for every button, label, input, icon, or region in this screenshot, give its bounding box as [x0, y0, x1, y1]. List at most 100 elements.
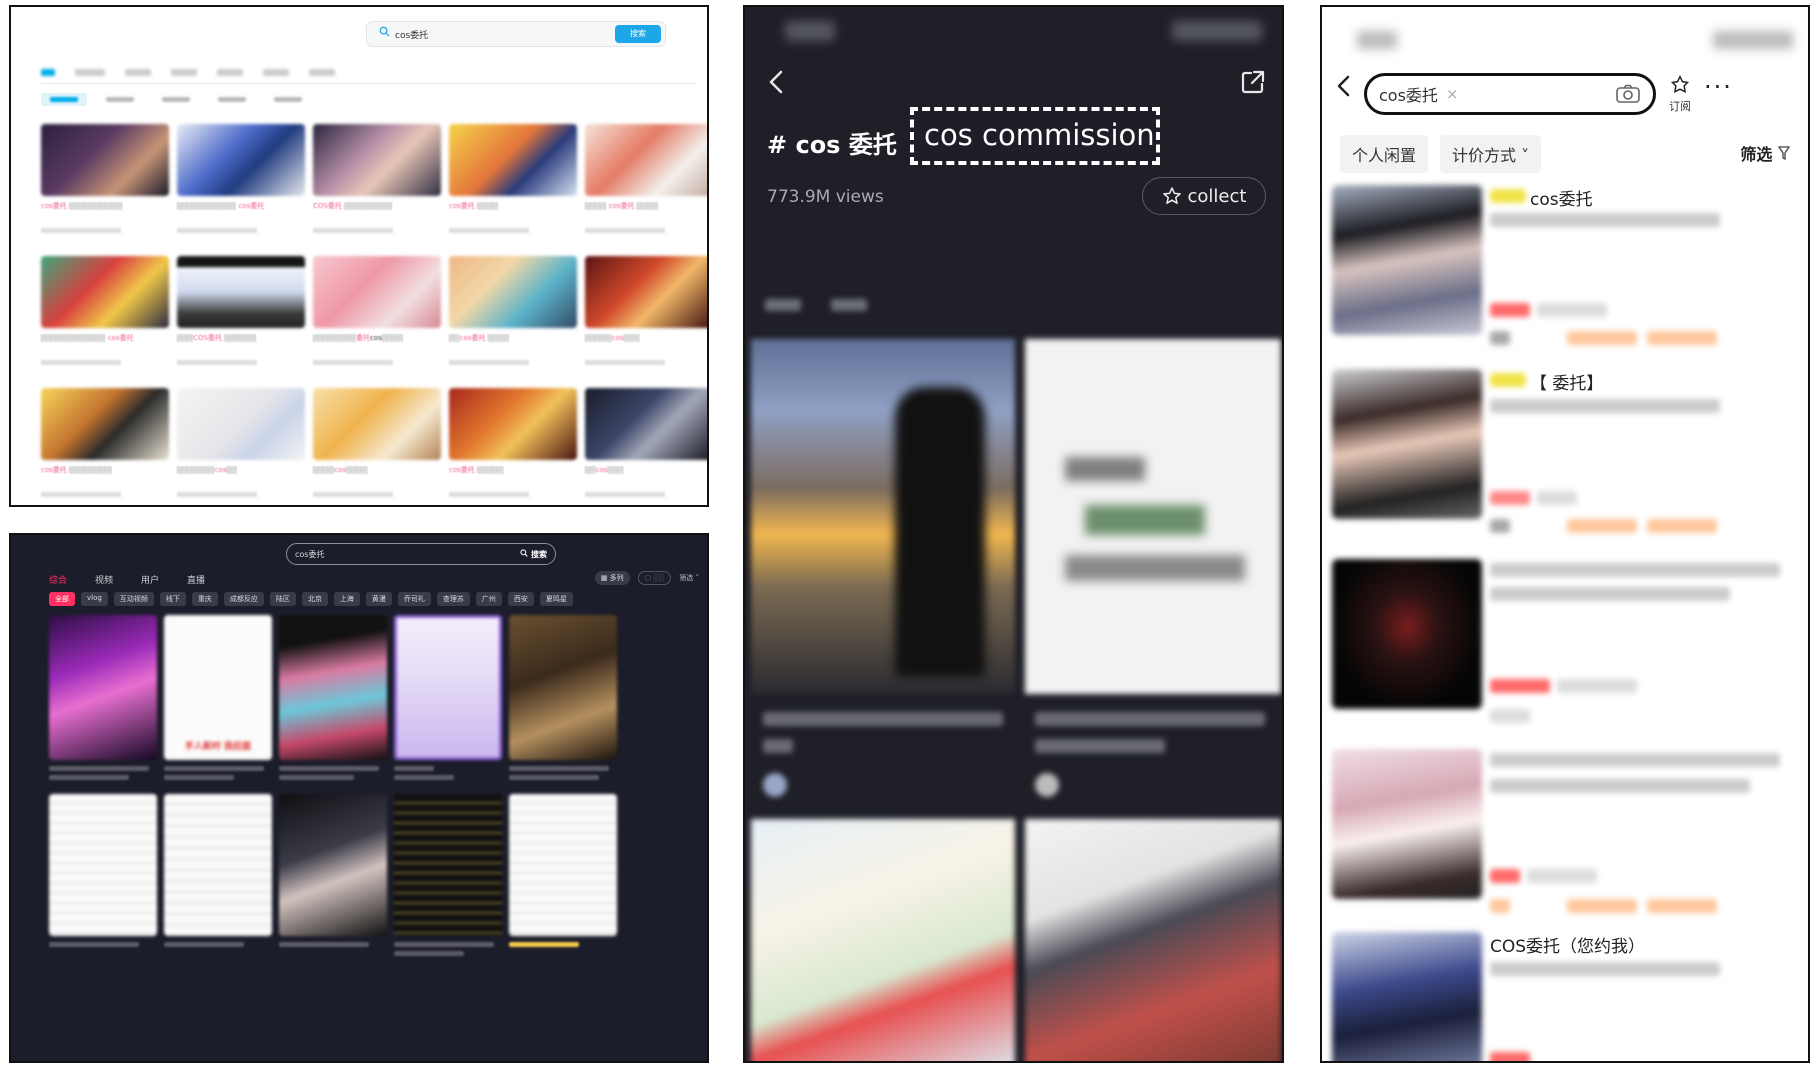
chip[interactable]: 互动视频	[113, 592, 154, 606]
tab-comprehensive[interactable]: 综合	[49, 573, 67, 586]
tab-user[interactable]: 用户	[141, 573, 159, 586]
result-thumbnail[interactable]	[279, 615, 387, 760]
listing-item[interactable]: 【 委托】	[1332, 369, 1802, 544]
video-thumbnail[interactable]	[449, 256, 577, 328]
listing-item[interactable]: COS委托（您约我）	[1332, 932, 1802, 1061]
video-card[interactable]: ░░░░ cos委托 ░░░░	[585, 124, 707, 256]
tab-new[interactable]	[831, 299, 867, 311]
video-thumbnail[interactable]	[313, 256, 441, 328]
tab-bangumi[interactable]	[125, 68, 151, 76]
video-title[interactable]: ░░░░░cos░░░	[585, 334, 707, 354]
result-thumbnail[interactable]	[279, 794, 387, 936]
back-icon[interactable]	[767, 69, 785, 100]
video-thumbnail[interactable]	[449, 124, 577, 196]
result-card[interactable]	[509, 794, 617, 960]
video-card[interactable]: ░░░░cos░░░░	[313, 388, 441, 505]
post-image[interactable]	[1025, 819, 1281, 1061]
video-title[interactable]: cos委托 ░░░░░░░░	[41, 466, 169, 486]
tab-all[interactable]	[41, 68, 55, 76]
chip[interactable]: 线下	[159, 592, 186, 606]
video-card[interactable]: ░░░░░cos░░░	[585, 256, 707, 388]
video-thumbnail[interactable]	[449, 388, 577, 460]
result-thumbnail[interactable]	[509, 794, 617, 936]
sort-comprehensive[interactable]	[41, 93, 87, 106]
listing-thumbnail[interactable]	[1332, 369, 1482, 519]
result-thumbnail[interactable]	[394, 794, 502, 936]
video-title[interactable]: ░░░░░░░░委托cos░░░░	[313, 334, 441, 354]
listing-thumbnail[interactable]	[1332, 749, 1482, 899]
back-icon[interactable]	[1334, 73, 1352, 104]
video-card[interactable]: cos委托 ░░░░░░░░░░	[41, 124, 169, 256]
result-card[interactable]	[49, 794, 157, 960]
result-card[interactable]	[279, 794, 387, 960]
video-thumbnail[interactable]	[177, 388, 305, 460]
video-thumbnail[interactable]	[41, 124, 169, 196]
video-card[interactable]: cos委托 ░░░░░	[449, 388, 577, 505]
camera-icon[interactable]	[1615, 84, 1641, 104]
result-thumbnail[interactable]	[49, 615, 157, 760]
tab-hot[interactable]	[765, 299, 801, 311]
video-thumbnail[interactable]	[177, 256, 305, 328]
chip[interactable]: 陆区	[269, 592, 296, 606]
video-title[interactable]: ░░░░cos░░░░	[313, 466, 441, 486]
sort-most-danmaku[interactable]	[209, 93, 255, 106]
video-card[interactable]: cos委托 ░░░░	[449, 124, 577, 256]
search-bar[interactable]: cos委托 搜索	[286, 543, 556, 565]
tab-live[interactable]: 直播	[187, 573, 205, 586]
video-title[interactable]: ░░░░░░░░░░░░ cos委托	[41, 334, 169, 354]
listing-item[interactable]	[1332, 749, 1802, 924]
search-input[interactable]: cos委托	[295, 549, 520, 560]
chip[interactable]: 西安	[507, 592, 534, 606]
chip[interactable]: 乔司礼	[397, 592, 431, 606]
tab-video[interactable]	[75, 68, 105, 76]
video-title[interactable]: cos委托 ░░░░░░░░░░	[41, 202, 169, 222]
filter-pricing[interactable]: 计价方式 ˅	[1440, 135, 1542, 173]
tab-video[interactable]: 视频	[95, 573, 113, 586]
clear-icon[interactable]: ×	[1446, 85, 1615, 103]
filter-button[interactable]: 筛选 ˅	[679, 573, 699, 583]
filter-button[interactable]: 筛选	[1740, 141, 1791, 165]
video-thumbnail[interactable]	[313, 124, 441, 196]
list-view-toggle[interactable]: ▢ ░░	[637, 571, 672, 585]
video-card[interactable]: ░░░░░░░cos░░	[177, 388, 305, 505]
listing-item[interactable]: cos委托	[1332, 185, 1802, 360]
chip[interactable]: 查理苏	[436, 592, 470, 606]
result-card[interactable]	[394, 794, 502, 960]
more-icon[interactable]: ···	[1704, 73, 1733, 101]
result-card[interactable]	[394, 615, 502, 784]
video-title[interactable]: ░░cos░░░	[585, 466, 707, 486]
chip[interactable]: 广州	[475, 592, 502, 606]
chip[interactable]: 夏鸣星	[539, 592, 573, 606]
search-input[interactable]: cos委托	[1379, 82, 1438, 106]
video-card[interactable]: ░░cos委托 ░░░░	[449, 256, 577, 388]
video-title[interactable]: ░░cos委托 ░░░░	[449, 334, 577, 354]
sort-newest[interactable]	[153, 93, 199, 106]
video-thumbnail[interactable]	[41, 388, 169, 460]
video-card[interactable]: ░░░COS委托 ░░░░░░	[177, 256, 305, 388]
collect-button[interactable]: collect	[1142, 177, 1266, 215]
tab-film[interactable]	[171, 68, 197, 76]
search-button[interactable]: 搜索	[520, 548, 547, 560]
chip[interactable]: 黄漫	[365, 592, 392, 606]
result-thumbnail[interactable]: 手人新时 我后面	[164, 615, 272, 760]
video-title[interactable]: ░░░░ cos委托 ░░░░	[585, 202, 707, 222]
video-thumbnail[interactable]	[41, 256, 169, 328]
avatar[interactable]	[1035, 773, 1059, 797]
video-title[interactable]: ░░░COS委托 ░░░░░░	[177, 334, 305, 354]
filter-personal-idle[interactable]: 个人闲置	[1340, 135, 1429, 173]
video-title[interactable]: ░░░░░░░░░░░ cos委托	[177, 202, 305, 222]
search-input[interactable]: cos委托	[395, 28, 615, 41]
result-card[interactable]	[49, 615, 157, 784]
video-card[interactable]: cos委托 ░░░░░░░░	[41, 388, 169, 505]
result-thumbnail[interactable]	[49, 794, 157, 936]
listing-item[interactable]	[1332, 559, 1802, 734]
tab-column[interactable]	[263, 68, 289, 76]
video-title[interactable]: cos委托 ░░░░░	[449, 466, 577, 486]
subscribe-button[interactable]: 订阅	[1665, 74, 1695, 114]
result-card[interactable]	[509, 615, 617, 784]
chip[interactable]: 重庆	[191, 592, 218, 606]
video-card[interactable]: COS委托 ░░░░░░░░░	[313, 124, 441, 256]
post-image[interactable]	[751, 819, 1015, 1061]
search-bar[interactable]: cos委托 搜索	[366, 21, 666, 47]
video-card[interactable]: ░░░░░░░░░░░ cos委托	[177, 124, 305, 256]
